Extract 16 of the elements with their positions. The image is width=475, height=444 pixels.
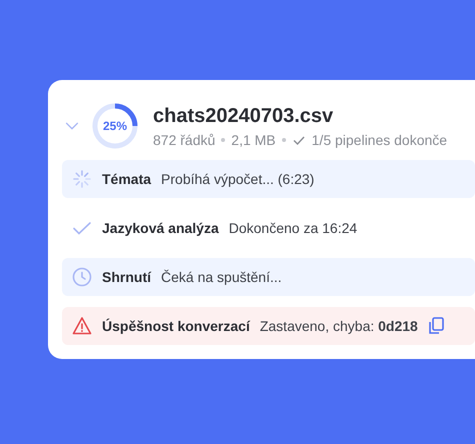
progress-percent: 25%	[102, 119, 128, 133]
copy-icon[interactable]	[428, 317, 444, 335]
step-name: Témata	[102, 171, 152, 187]
separator-dot	[221, 138, 226, 142]
file-meta: 2,1 MB	[231, 132, 276, 148]
step-status: Čeká na spuštění...	[161, 269, 282, 285]
step-status: Zastaveno, chyba: 0d218	[260, 318, 418, 334]
file-name: chats20240703.csv	[153, 104, 334, 128]
file-meta: 872 řádků	[153, 132, 216, 148]
step-name: Shrnutí	[102, 269, 151, 285]
pipeline-status: 1/5 pipelines dokonče	[312, 132, 448, 148]
step-name: Úspěšnost konverzací	[102, 318, 250, 334]
step-status: Probíhá výpočet... (6:23)	[161, 171, 314, 187]
step-name: Jazyková analýza	[102, 220, 219, 236]
step-status: Dokončeno za 16:24	[228, 220, 358, 236]
separator-dot	[282, 138, 286, 142]
